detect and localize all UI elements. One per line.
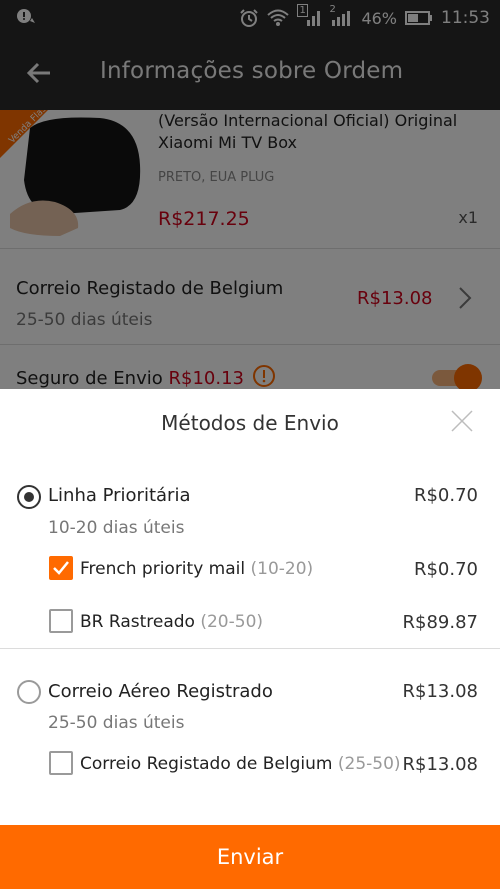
checkmark-icon (53, 561, 69, 575)
option-name: French priority mail (10-20) (80, 559, 313, 579)
radio-air-registered[interactable] (17, 680, 41, 704)
group-price: R$13.08 (402, 681, 479, 702)
group-price: R$0.70 (413, 485, 478, 506)
option-label: French priority mail (80, 559, 246, 579)
option-range: (10-20) (250, 559, 314, 579)
group-days: 25-50 dias úteis (48, 713, 185, 733)
checkbox-belgium[interactable] (49, 751, 73, 775)
group-name: Linha Prioritária (48, 485, 191, 506)
shipping-methods-sheet: Métodos de Envio Linha Prioritária R$0.7… (0, 389, 500, 889)
option-price: R$13.08 (402, 754, 479, 775)
option-range: (25-50) (337, 754, 401, 774)
option-range: (20-50) (200, 612, 264, 632)
option-name: Correio Registado de Belgium (25-50) (80, 754, 401, 774)
option-label: BR Rastreado (80, 612, 195, 632)
divider (0, 648, 500, 649)
group-name: Correio Aéreo Registrado (48, 681, 273, 702)
checkbox-br-rastreado[interactable] (49, 609, 73, 633)
dim-overlay[interactable] (0, 0, 500, 389)
option-price: R$89.87 (402, 612, 479, 633)
checkbox-french-priority[interactable] (49, 556, 73, 580)
close-icon[interactable] (450, 409, 474, 433)
group-days: 10-20 dias úteis (48, 518, 185, 538)
option-label: Correio Registado de Belgium (80, 754, 333, 774)
option-name: BR Rastreado (20-50) (80, 612, 263, 632)
option-price: R$0.70 (413, 559, 478, 580)
radio-priority[interactable] (17, 485, 41, 509)
submit-button[interactable]: Enviar (0, 825, 500, 889)
sheet-title: Métodos de Envio (161, 411, 339, 435)
